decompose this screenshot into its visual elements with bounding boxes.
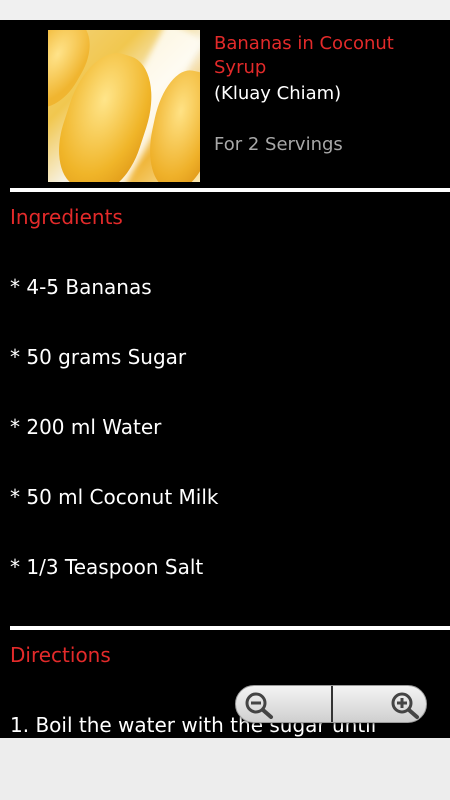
- zoom-controls: [235, 685, 427, 723]
- recipe-header: Bananas in Coconut Syrup (Kluay Chiam) F…: [0, 20, 450, 190]
- ingredient-item: * 50 ml Coconut Milk: [10, 485, 219, 509]
- recipe-title: Bananas in Coconut Syrup: [214, 33, 394, 78]
- recipe-photo: [48, 30, 200, 182]
- zoom-out-icon: [245, 692, 273, 719]
- recipe-subtitle: (Kluay Chiam): [214, 83, 342, 104]
- divider: [10, 626, 450, 630]
- ingredient-item: * 200 ml Water: [10, 415, 162, 439]
- zoom-in-icon: [391, 692, 419, 719]
- divider: [10, 188, 450, 192]
- recipe-servings: For 2 Servings: [214, 134, 343, 155]
- zoom-in-button[interactable]: [333, 686, 428, 722]
- bottom-bar: [0, 738, 450, 800]
- ingredient-item: * 1/3 Teaspoon Salt: [10, 555, 204, 579]
- ingredient-item: * 4-5 Bananas: [10, 275, 152, 299]
- status-strip: [0, 0, 450, 20]
- ingredients-heading: Ingredients: [10, 205, 123, 229]
- recipe-webview[interactable]: Bananas in Coconut Syrup (Kluay Chiam) F…: [0, 20, 450, 738]
- ingredient-item: * 50 grams Sugar: [10, 345, 187, 369]
- zoom-out-button[interactable]: [236, 686, 331, 722]
- directions-heading: Directions: [10, 643, 111, 667]
